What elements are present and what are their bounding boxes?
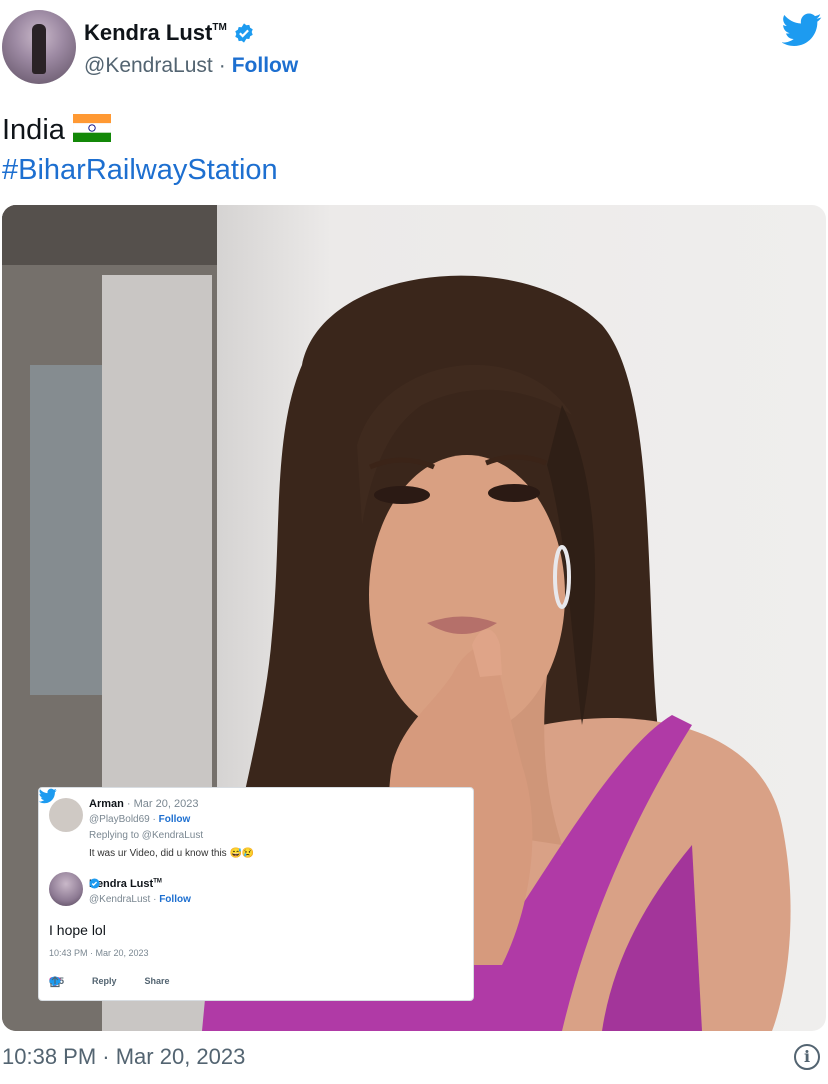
trademark: TM [212, 22, 227, 33]
author-name-text: Kendra Lust [84, 20, 213, 45]
embed-twitter-bird-icon [39, 788, 57, 804]
response-action-bar: 615 Reply Share [49, 976, 463, 988]
tweet-line-1: India [2, 110, 278, 150]
author-avatar[interactable] [2, 10, 76, 84]
reply-author-row: Arman · Mar 20, 2023 [89, 798, 198, 810]
response-avatar[interactable] [49, 872, 83, 906]
share-action[interactable]: Share [50, 976, 170, 988]
response-handle[interactable]: @KendraLust [89, 894, 150, 905]
india-flag-icon [72, 114, 111, 143]
hashtag-link[interactable]: #BiharRailwayStation [2, 150, 278, 190]
reply-date: · Mar 20, 2023 [126, 798, 199, 810]
embedded-reply-screenshot: Arman · Mar 20, 2023 @PlayBold69 · Follo… [38, 787, 474, 1001]
reply-follow-button[interactable]: Follow [159, 814, 191, 825]
tweet-header: Kendra LustTM @KendraLust · Follow [0, 0, 828, 96]
response-verified-icon [89, 878, 100, 889]
author-handle-row: @KendraLust · Follow [84, 54, 298, 78]
author-name[interactable]: Kendra LustTM [84, 20, 227, 46]
reply-handle-row: @PlayBold69 · Follow [89, 814, 191, 825]
author-handle[interactable]: @KendraLust [84, 54, 213, 78]
replying-to: Replying to @KendraLust [89, 830, 204, 841]
share-label: Share [144, 976, 170, 986]
response-timestamp[interactable]: 10:43 PM · Mar 20, 2023 [49, 948, 149, 958]
response-follow-button[interactable]: Follow [159, 894, 191, 905]
follow-button[interactable]: Follow [232, 54, 299, 78]
tweet-country: India [2, 114, 65, 146]
tweet-media-photo[interactable]: Arman · Mar 20, 2023 @PlayBold69 · Follo… [2, 205, 826, 1031]
twitter-bird-icon[interactable] [782, 12, 822, 48]
avatar-figure [32, 24, 46, 74]
info-icon[interactable]: i [794, 1044, 820, 1070]
response-trademark: TM [153, 878, 162, 885]
separator-dot: · [218, 54, 226, 77]
reply-action[interactable]: Reply [49, 976, 117, 987]
verified-badge-icon [235, 23, 253, 43]
reply-label: Reply [92, 976, 117, 986]
tweet-timestamp[interactable]: 10:38 PM · Mar 20, 2023 [2, 1044, 245, 1070]
author-name-row: Kendra LustTM [84, 20, 255, 46]
response-author-row: Kendra LustTM [89, 878, 162, 890]
reply-handle[interactable]: @PlayBold69 [89, 814, 150, 825]
share-icon [50, 976, 60, 988]
response-text: I hope lol [49, 922, 106, 938]
reply-text: It was ur Video, did u know this 😅😢 [89, 848, 255, 859]
tweet-text: India #BiharRailwayStation [2, 110, 278, 190]
response-handle-row: @KendraLust · Follow [89, 894, 191, 905]
reply-author-name[interactable]: Arman [89, 798, 124, 810]
